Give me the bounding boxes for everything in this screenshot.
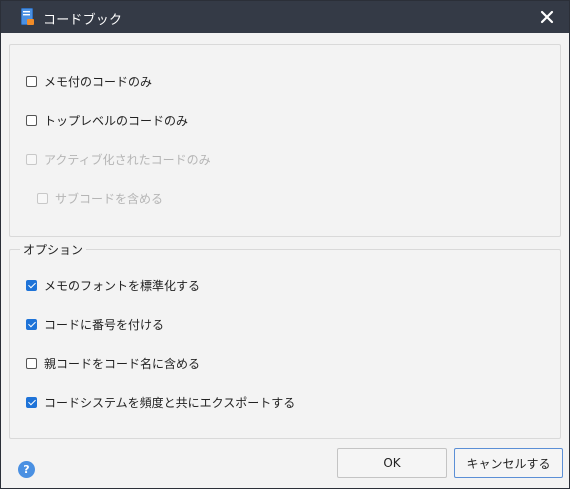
checkbox-checked[interactable] (26, 279, 37, 291)
option-number-codes[interactable]: コードに番号を付ける (26, 316, 164, 332)
checkbox-disabled (37, 192, 48, 204)
dialog-title: コードブック (43, 13, 123, 28)
close-icon (540, 10, 554, 24)
option-activated-codes-only: アクティブ化されたコードのみ (26, 151, 211, 167)
option-label: アクティブ化されたコードのみ (44, 152, 211, 167)
options-legend: オプション (20, 241, 87, 258)
title-bar: コードブック (1, 1, 569, 33)
option-label: メモのフォントを標準化する (44, 278, 201, 293)
filter-group: メモ付のコードのみ トップレベルのコードのみ アクティブ化されたコードのみ サブ… (9, 44, 561, 237)
close-button[interactable] (535, 5, 559, 29)
checkbox[interactable] (26, 114, 37, 126)
ok-button[interactable]: OK (337, 448, 447, 478)
checkbox-disabled (26, 153, 37, 165)
option-memo-codes-only[interactable]: メモ付のコードのみ (26, 73, 152, 89)
option-label: コードシステムを頻度と共にエクスポートする (44, 395, 296, 410)
codebook-icon (21, 8, 34, 25)
option-label: メモ付のコードのみ (44, 74, 153, 89)
option-label: サブコードを含める (55, 191, 164, 206)
option-standardize-memo-font[interactable]: メモのフォントを標準化する (26, 277, 200, 293)
option-export-with-frequency[interactable]: コードシステムを頻度と共にエクスポートする (26, 394, 295, 410)
option-label: 親コードをコード名に含める (44, 356, 201, 371)
checkbox-checked[interactable] (26, 396, 37, 408)
checkbox[interactable] (26, 357, 37, 369)
option-top-level-codes-only[interactable]: トップレベルのコードのみ (26, 112, 188, 128)
option-include-subcodes: サブコードを含める (37, 190, 163, 206)
codebook-dialog: コードブック メモ付のコードのみ トップレベルのコードのみ アクティブ化されたコ… (0, 0, 570, 489)
option-label: トップレベルのコードのみ (44, 113, 189, 128)
checkbox[interactable] (26, 75, 37, 87)
option-label: コードに番号を付ける (44, 317, 165, 332)
help-icon[interactable]: ? (18, 461, 35, 478)
cancel-button[interactable]: キャンセルする (454, 448, 563, 478)
options-group: オプション メモのフォントを標準化する コードに番号を付ける 親コードをコード名… (9, 241, 561, 439)
checkbox-checked[interactable] (26, 318, 37, 330)
option-include-parent-code[interactable]: 親コードをコード名に含める (26, 355, 200, 371)
